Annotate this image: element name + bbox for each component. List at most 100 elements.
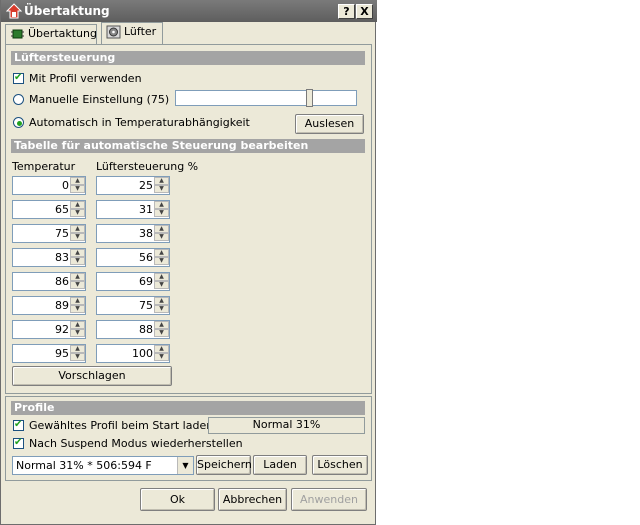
fan-percent-spinner[interactable]: 75 ▲ ▼: [96, 296, 170, 315]
spin-down-icon[interactable]: ▼: [70, 281, 85, 289]
restore-suspend-checkbox[interactable]: [13, 437, 24, 449]
spin-down-icon[interactable]: ▼: [154, 305, 169, 313]
tab-luefter[interactable]: Lüfter: [101, 22, 163, 44]
spin-down-icon[interactable]: ▼: [154, 209, 169, 217]
spin-up-icon[interactable]: ▲: [70, 273, 85, 281]
spin-up-icon[interactable]: ▲: [154, 201, 169, 209]
fan-percent-value[interactable]: 88: [139, 323, 153, 336]
spin-up-icon[interactable]: ▲: [70, 297, 85, 305]
spin-down-icon[interactable]: ▼: [154, 281, 169, 289]
use-profile-checkbox[interactable]: [13, 72, 24, 84]
current-profile-display: Normal 31%: [208, 417, 365, 434]
temperature-value[interactable]: 86: [55, 275, 69, 288]
fan-percent-value[interactable]: 69: [139, 275, 153, 288]
spin-up-icon[interactable]: ▲: [70, 345, 85, 353]
spin-up-icon[interactable]: ▲: [154, 321, 169, 329]
temperature-value[interactable]: 92: [55, 323, 69, 336]
spin-up-icon[interactable]: ▲: [154, 177, 169, 185]
spin-down-icon[interactable]: ▼: [70, 185, 85, 193]
section-fan-control: Lüftersteuerung: [11, 51, 365, 65]
profile-select[interactable]: Normal 31% * 506:594 F ▼: [12, 456, 194, 475]
fan-slider[interactable]: [175, 89, 357, 107]
spin-up-icon[interactable]: ▲: [70, 249, 85, 257]
fan-percent-spinner[interactable]: 25 ▲ ▼: [96, 176, 170, 195]
spin-up-icon[interactable]: ▲: [70, 321, 85, 329]
spin-down-icon[interactable]: ▼: [70, 353, 85, 361]
suggest-button[interactable]: Vorschlagen: [12, 366, 172, 386]
temperature-value[interactable]: 0: [62, 179, 69, 192]
overclock-window: Übertaktung ? X Übertaktung Lüfter Lüfte…: [0, 0, 377, 525]
spin-up-icon[interactable]: ▲: [154, 273, 169, 281]
spin-down-icon[interactable]: ▼: [154, 233, 169, 241]
fan-percent-value[interactable]: 25: [139, 179, 153, 192]
cancel-button[interactable]: Abbrechen: [218, 488, 287, 511]
fan-percent-value[interactable]: 38: [139, 227, 153, 240]
auto-label: Automatisch in Temperaturabhängigkeit: [29, 116, 250, 129]
spin-up-icon[interactable]: ▲: [154, 297, 169, 305]
spin-up-icon[interactable]: ▲: [154, 225, 169, 233]
temperature-spinner[interactable]: 95 ▲ ▼: [12, 344, 86, 363]
spin-down-icon[interactable]: ▼: [70, 209, 85, 217]
manual-radio[interactable]: [13, 94, 24, 105]
temperature-spinner[interactable]: 0 ▲ ▼: [12, 176, 86, 195]
restore-suspend-label: Nach Suspend Modus wiederherstellen: [29, 437, 243, 450]
slider-thumb[interactable]: [306, 89, 313, 107]
read-button[interactable]: Auslesen: [295, 114, 364, 134]
temperature-value[interactable]: 65: [55, 203, 69, 216]
load-on-start-checkbox[interactable]: [13, 419, 24, 431]
spin-up-icon[interactable]: ▲: [70, 201, 85, 209]
fan-percent-spinner[interactable]: 31 ▲ ▼: [96, 200, 170, 219]
help-button[interactable]: ?: [338, 4, 355, 19]
auto-radio[interactable]: [13, 117, 24, 128]
spin-up-icon[interactable]: ▲: [70, 225, 85, 233]
chevron-down-icon[interactable]: ▼: [177, 457, 193, 474]
fan-percent-value[interactable]: 75: [139, 299, 153, 312]
title-bar[interactable]: Übertaktung ? X: [1, 0, 377, 22]
spin-down-icon[interactable]: ▼: [154, 353, 169, 361]
ok-button[interactable]: Ok: [140, 488, 215, 511]
fan-percent-spinner[interactable]: 88 ▲ ▼: [96, 320, 170, 339]
spin-down-icon[interactable]: ▼: [154, 329, 169, 337]
temperature-spinner[interactable]: 65 ▲ ▼: [12, 200, 86, 219]
spin-down-icon[interactable]: ▼: [154, 257, 169, 265]
fan-percent-spinner[interactable]: 100 ▲ ▼: [96, 344, 170, 363]
app-icon: [5, 3, 23, 19]
tab-uebertaktung[interactable]: Übertaktung: [5, 24, 97, 44]
temperature-spinner[interactable]: 86 ▲ ▼: [12, 272, 86, 291]
spin-down-icon[interactable]: ▼: [70, 329, 85, 337]
manual-label: Manuelle Einstellung (75): [29, 93, 170, 106]
save-profile-button[interactable]: Speichern: [196, 455, 252, 475]
load-profile-button[interactable]: Laden: [253, 455, 307, 475]
fan-percent-value[interactable]: 31: [139, 203, 153, 216]
spin-down-icon[interactable]: ▼: [70, 305, 85, 313]
apply-button[interactable]: Anwenden: [291, 488, 367, 511]
temperature-value[interactable]: 75: [55, 227, 69, 240]
fan-icon: [106, 25, 121, 39]
temperature-spinner[interactable]: 75 ▲ ▼: [12, 224, 86, 243]
temperature-value[interactable]: 95: [55, 347, 69, 360]
load-on-start-label: Gewähltes Profil beim Start laden: [29, 419, 214, 432]
fan-percent-spinner[interactable]: 56 ▲ ▼: [96, 248, 170, 267]
delete-profile-button[interactable]: Löschen: [312, 455, 368, 475]
fan-percent-spinner[interactable]: 38 ▲ ▼: [96, 224, 170, 243]
fan-percent-value[interactable]: 56: [139, 251, 153, 264]
fan-percent-spinner[interactable]: 69 ▲ ▼: [96, 272, 170, 291]
spin-down-icon[interactable]: ▼: [154, 185, 169, 193]
spin-up-icon[interactable]: ▲: [70, 177, 85, 185]
temperature-spinner[interactable]: 83 ▲ ▼: [12, 248, 86, 267]
spin-up-icon[interactable]: ▲: [154, 249, 169, 257]
temperature-value[interactable]: 89: [55, 299, 69, 312]
close-button[interactable]: X: [356, 4, 373, 19]
spin-down-icon[interactable]: ▼: [70, 257, 85, 265]
temperature-value[interactable]: 83: [55, 251, 69, 264]
spin-up-icon[interactable]: ▲: [154, 345, 169, 353]
temperature-spinner[interactable]: 89 ▲ ▼: [12, 296, 86, 315]
col-temp-header: Temperatur: [12, 160, 76, 173]
chip-icon: [10, 27, 25, 41]
tab-label: Lüfter: [124, 25, 157, 38]
fan-percent-value[interactable]: 100: [132, 347, 153, 360]
profile-select-value: Normal 31% * 506:594 F: [16, 459, 152, 472]
spin-down-icon[interactable]: ▼: [70, 233, 85, 241]
col-fan-header: Lüftersteuerung %: [96, 160, 199, 173]
temperature-spinner[interactable]: 92 ▲ ▼: [12, 320, 86, 339]
